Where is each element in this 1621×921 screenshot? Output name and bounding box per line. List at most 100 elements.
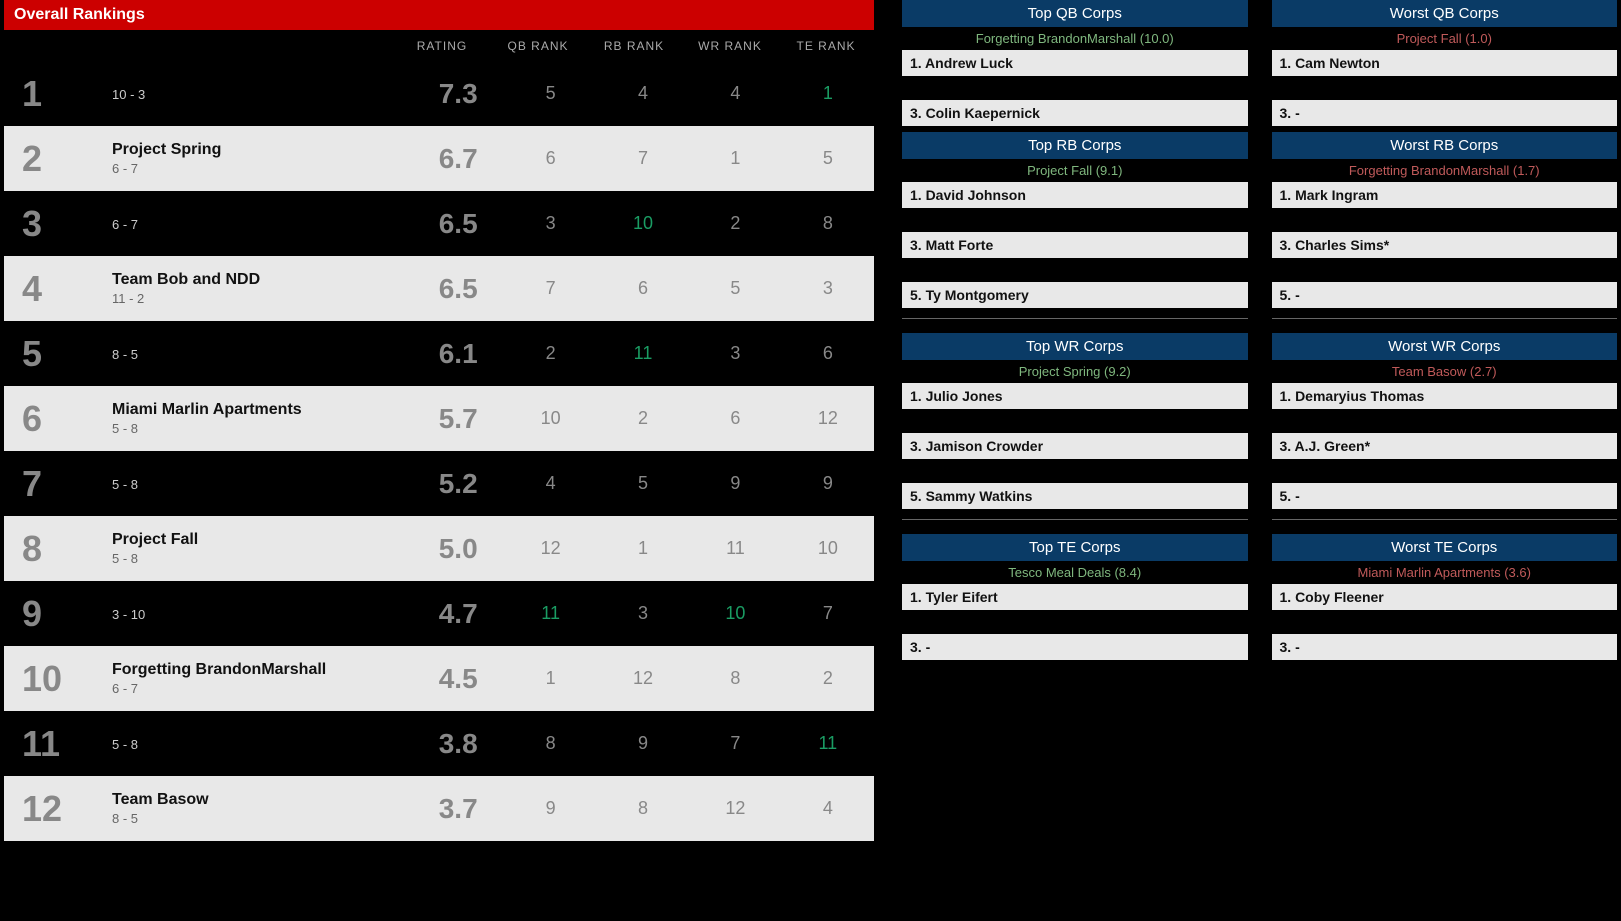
wr-rank: 8 bbox=[689, 668, 781, 689]
col-te: TE RANK bbox=[778, 39, 874, 53]
rank-number: 6 bbox=[4, 398, 112, 440]
panel-subtitle: Forgetting BrandonMarshall (1.7) bbox=[1272, 159, 1618, 182]
qb-rank: 1 bbox=[504, 668, 596, 689]
team-cell: Project Spring 6 - 7 bbox=[112, 141, 412, 176]
wr-rank: 5 bbox=[689, 278, 781, 299]
rank-number: 7 bbox=[4, 463, 112, 505]
rating-value: 6.7 bbox=[412, 143, 504, 175]
rank-number: 1 bbox=[4, 73, 112, 115]
panel-gap bbox=[1272, 208, 1618, 232]
team-name: Miami Marlin Apartments bbox=[112, 401, 412, 419]
rating-value: 7.3 bbox=[412, 78, 504, 110]
rating-value: 5.2 bbox=[412, 468, 504, 500]
team-cell: 6 - 7 bbox=[112, 215, 412, 232]
panel-gap bbox=[1272, 76, 1618, 100]
rb-rank: 4 bbox=[597, 83, 689, 104]
table-row: 2Project Spring6 - 76.76715 bbox=[4, 126, 874, 191]
table-row: 36 - 76.531028 bbox=[4, 191, 874, 256]
te-rank: 2 bbox=[782, 668, 874, 689]
team-record: 8 - 5 bbox=[112, 811, 412, 826]
corps-panel: Worst WR CorpsTeam Basow (2.7)1. Demaryi… bbox=[1272, 333, 1618, 509]
panel-item: 1. Andrew Luck bbox=[902, 50, 1248, 76]
qb-rank: 3 bbox=[504, 213, 596, 234]
panel-gap bbox=[902, 258, 1248, 282]
team-record: 8 - 5 bbox=[112, 347, 412, 362]
rank-number: 9 bbox=[4, 593, 112, 635]
qb-rank: 8 bbox=[504, 733, 596, 754]
panel-gap bbox=[1272, 459, 1618, 483]
te-rank: 5 bbox=[782, 148, 874, 169]
panel-gap bbox=[902, 208, 1248, 232]
team-record: 10 - 3 bbox=[112, 87, 412, 102]
col-qb: QB RANK bbox=[490, 39, 586, 53]
team-cell: 5 - 8 bbox=[112, 735, 412, 752]
rb-rank: 5 bbox=[597, 473, 689, 494]
panel-title: Top RB Corps bbox=[902, 132, 1248, 159]
panel-item: 3. - bbox=[1272, 100, 1618, 126]
team-record: 6 - 7 bbox=[112, 161, 412, 176]
panel-item: 5. Ty Montgomery bbox=[902, 282, 1248, 308]
corps-panel: Top QB CorpsForgetting BrandonMarshall (… bbox=[902, 0, 1248, 126]
wr-rank: 9 bbox=[689, 473, 781, 494]
team-name: Team Bob and NDD bbox=[112, 271, 412, 289]
panel-gap bbox=[902, 76, 1248, 100]
corps-panel: Worst TE CorpsMiami Marlin Apartments (3… bbox=[1272, 534, 1618, 660]
team-record: 6 - 7 bbox=[112, 681, 412, 696]
col-wr: WR RANK bbox=[682, 39, 778, 53]
panel-item: 1. Julio Jones bbox=[902, 383, 1248, 409]
team-name: Project Spring bbox=[112, 141, 412, 159]
rating-value: 3.8 bbox=[412, 728, 504, 760]
team-name: Project Fall bbox=[112, 531, 412, 549]
table-title: Overall Rankings bbox=[4, 0, 874, 31]
table-row: 115 - 83.889711 bbox=[4, 711, 874, 776]
panel-gap bbox=[902, 409, 1248, 433]
qb-rank: 2 bbox=[504, 343, 596, 364]
team-record: 5 - 8 bbox=[112, 551, 412, 566]
team-record: 11 - 2 bbox=[112, 291, 412, 306]
wr-rank: 10 bbox=[689, 603, 781, 624]
table-row: 110 - 37.35441 bbox=[4, 61, 874, 126]
panel-gap bbox=[1272, 409, 1618, 433]
te-rank: 6 bbox=[782, 343, 874, 364]
panel-title: Top QB Corps bbox=[902, 0, 1248, 27]
te-rank: 10 bbox=[782, 538, 874, 559]
rank-number: 4 bbox=[4, 268, 112, 310]
rank-number: 3 bbox=[4, 203, 112, 245]
wr-rank: 6 bbox=[689, 408, 781, 429]
team-record: 5 - 8 bbox=[112, 737, 412, 752]
table-row: 10Forgetting BrandonMarshall6 - 74.51128… bbox=[4, 646, 874, 711]
wr-rank: 11 bbox=[689, 538, 781, 559]
wr-rank: 2 bbox=[689, 213, 781, 234]
team-name: Forgetting BrandonMarshall bbox=[112, 661, 412, 679]
rank-number: 8 bbox=[4, 528, 112, 570]
qb-rank: 10 bbox=[504, 408, 596, 429]
team-cell: 10 - 3 bbox=[112, 85, 412, 102]
rank-number: 5 bbox=[4, 333, 112, 375]
team-cell: 8 - 5 bbox=[112, 345, 412, 362]
panel-subtitle: Project Spring (9.2) bbox=[902, 360, 1248, 383]
rating-value: 4.5 bbox=[412, 663, 504, 695]
panel-divider bbox=[1272, 318, 1618, 319]
panel-gap bbox=[1272, 258, 1618, 282]
col-rating: RATING bbox=[394, 39, 490, 53]
rb-rank: 12 bbox=[597, 668, 689, 689]
rank-number: 11 bbox=[4, 723, 112, 765]
table-row: 12Team Basow8 - 53.798124 bbox=[4, 776, 874, 841]
te-rank: 8 bbox=[782, 213, 874, 234]
team-cell: 3 - 10 bbox=[112, 605, 412, 622]
team-cell: 5 - 8 bbox=[112, 475, 412, 492]
panel-subtitle: Miami Marlin Apartments (3.6) bbox=[1272, 561, 1618, 584]
rb-rank: 9 bbox=[597, 733, 689, 754]
rb-rank: 7 bbox=[597, 148, 689, 169]
panel-item: 3. - bbox=[902, 634, 1248, 660]
rank-number: 2 bbox=[4, 138, 112, 180]
panel-title: Top WR Corps bbox=[902, 333, 1248, 360]
corps-panel: Top RB CorpsProject Fall (9.1)1. David J… bbox=[902, 132, 1248, 308]
panel-title: Worst WR Corps bbox=[1272, 333, 1618, 360]
rank-number: 12 bbox=[4, 788, 112, 830]
panel-gap bbox=[902, 459, 1248, 483]
table-row: 4Team Bob and NDD11 - 26.57653 bbox=[4, 256, 874, 321]
team-cell: Project Fall 5 - 8 bbox=[112, 531, 412, 566]
panel-gap bbox=[1272, 610, 1618, 634]
table-row: 8Project Fall5 - 85.01211110 bbox=[4, 516, 874, 581]
